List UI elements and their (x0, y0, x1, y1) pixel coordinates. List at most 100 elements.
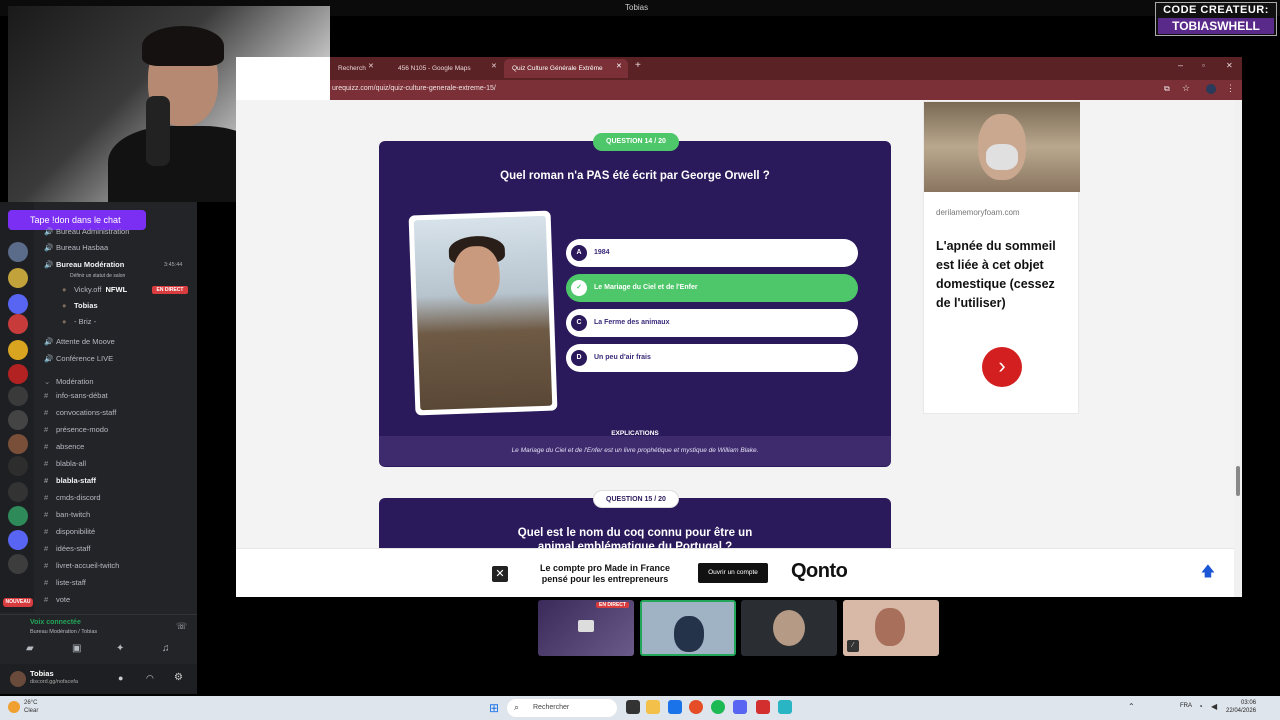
server-icon[interactable] (8, 268, 28, 288)
minimize-icon[interactable]: – (1178, 60, 1183, 70)
mic-icon[interactable]: ● (118, 673, 123, 683)
tab-label: Recherch (338, 65, 366, 72)
system-clock[interactable]: 03:06 22/04/2026 (1226, 699, 1256, 715)
language-indicator[interactable]: FRA (1180, 703, 1192, 709)
channel-item[interactable]: # convocations-staff (44, 405, 116, 421)
ad-headline[interactable]: L'apnée du sommeil est liée à cet objet … (936, 237, 1072, 313)
discord-icon[interactable] (733, 700, 747, 714)
screen-share-icon[interactable]: ▣ (72, 643, 81, 654)
headset-icon[interactable]: ◠ (146, 673, 154, 684)
sidebar-ad[interactable]: derilamemoryfoam.com L'apnée du sommeil … (923, 101, 1080, 414)
bookmark-star-icon[interactable]: ☆ (1182, 83, 1190, 94)
weather-icon[interactable] (8, 701, 20, 713)
page-scrollbar[interactable] (1234, 100, 1242, 597)
channel-item[interactable]: 🔊 Conférence LIVE (44, 351, 113, 367)
file-explorer-icon[interactable] (646, 700, 660, 714)
close-icon[interactable]: ✕ (491, 62, 497, 70)
answer-option-b-correct[interactable]: ✓ Le Mariage du Ciel et de l'Enfer (566, 274, 858, 302)
channel-item[interactable]: Définir un statut de salon (58, 271, 125, 281)
participant-tile[interactable]: ⁄ (843, 600, 939, 656)
taskbar-search[interactable]: Rechercher (507, 699, 617, 717)
answer-option-a[interactable]: A 1984 (566, 239, 858, 267)
channel-item[interactable]: # absence (44, 439, 84, 455)
search-label: Rechercher (533, 704, 570, 711)
channel-item[interactable]: # info-sans-débat (44, 388, 108, 404)
close-icon[interactable]: ✕ (368, 62, 374, 70)
channel-label: présence-modo (56, 425, 109, 434)
server-icon[interactable] (8, 554, 28, 574)
close-icon[interactable]: ✕ (616, 62, 622, 70)
camera-icon[interactable]: ▰ (26, 643, 34, 654)
voice-user-item[interactable]: ● Vicky.off NFWL (62, 282, 127, 298)
voice-location[interactable]: Bureau Modération / Tobias (30, 629, 97, 635)
task-view-icon[interactable] (626, 700, 640, 714)
channel-item[interactable]: # vote (44, 592, 70, 608)
portrait-image (413, 215, 553, 411)
channel-item[interactable]: 🔊 Bureau Administration (44, 224, 129, 240)
server-icon[interactable] (8, 482, 28, 502)
weather-widget[interactable]: 26°C Clear (24, 699, 38, 715)
app-icon[interactable] (756, 700, 770, 714)
server-icon[interactable] (8, 340, 28, 360)
avatar[interactable] (10, 671, 26, 687)
server-icon[interactable] (8, 456, 28, 476)
disconnect-icon[interactable]: ☏ (176, 621, 187, 632)
server-icon[interactable] (8, 386, 28, 406)
tab-quiz[interactable]: Quiz Culture Générale Extrême (504, 59, 628, 78)
channel-item[interactable]: # disponibilité (44, 524, 95, 540)
channel-item[interactable]: # liste-staff (44, 575, 86, 591)
server-icon[interactable] (8, 506, 28, 526)
banner-ad[interactable]: ✕ Le compte pro Made in France pensé pou… (236, 548, 1234, 596)
chevron-right-icon[interactable]: › (982, 347, 1022, 387)
channel-item[interactable]: # blabla-staff (44, 473, 96, 489)
chevron-up-icon[interactable]: ⌃ (1128, 702, 1135, 711)
maximize-icon[interactable]: ▫ (1202, 61, 1205, 70)
participant-tile-screen[interactable]: EN DIRECT (538, 600, 634, 656)
server-icon[interactable] (8, 314, 28, 334)
channel-item[interactable]: 🔊 Attente de Moove (44, 334, 115, 350)
hash-icon: # (44, 459, 49, 468)
install-icon[interactable]: ⧉ (1164, 84, 1170, 94)
settings-gear-icon[interactable]: ⚙ (174, 672, 183, 683)
channel-item[interactable]: # ban-twitch (44, 507, 90, 523)
spotify-icon[interactable] (711, 700, 725, 714)
store-icon[interactable] (668, 700, 682, 714)
close-icon[interactable]: ✕ (492, 566, 508, 582)
participant-tile-active[interactable] (640, 600, 736, 656)
server-icon[interactable] (8, 530, 28, 550)
app-icon[interactable] (778, 700, 792, 714)
channel-label: cmds-discord (56, 493, 101, 502)
scroll-top-icon[interactable]: 🡅 (1198, 561, 1218, 581)
wifi-icon[interactable]: ◔ (1198, 702, 1203, 711)
volume-icon[interactable]: ◀ (1211, 702, 1217, 711)
channel-item[interactable]: # blabla-all (44, 456, 86, 472)
tab-google-maps[interactable]: 456 N105 - Google Maps (386, 59, 504, 78)
participant-tile[interactable] (741, 600, 837, 656)
url-text[interactable]: urequizz.com/quiz/quiz-culture-generale-… (332, 85, 496, 92)
address-bar[interactable]: urequizz.com/quiz/quiz-culture-generale-… (330, 80, 1242, 100)
activities-icon[interactable]: ✦ (116, 643, 124, 654)
voice-user-item[interactable]: ● - Briz - (62, 314, 96, 330)
open-account-button[interactable]: Ouvrir un compte (698, 563, 768, 583)
voice-user-item[interactable]: ● Tobias (62, 298, 98, 314)
server-icon[interactable] (8, 434, 28, 454)
channel-item[interactable]: # idées-staff (44, 541, 90, 557)
server-icon[interactable] (8, 294, 28, 314)
answer-option-d[interactable]: D Un peu d'air frais (566, 344, 858, 372)
new-tab-icon[interactable]: + (635, 60, 641, 71)
scrollbar-thumb[interactable] (1236, 466, 1240, 496)
soundboard-icon[interactable]: ♫ (162, 643, 170, 654)
close-window-icon[interactable]: ✕ (1226, 61, 1233, 70)
windows-start-icon[interactable]: ⊞ (489, 701, 499, 715)
channel-item[interactable]: # cmds-discord (44, 490, 101, 506)
profile-icon[interactable] (1206, 84, 1216, 94)
channel-item[interactable]: # présence-modo (44, 422, 108, 438)
server-icon[interactable] (8, 364, 28, 384)
channel-item[interactable]: 🔊 Bureau Hasbaa (44, 240, 108, 256)
answer-option-c[interactable]: C La Ferme des animaux (566, 309, 858, 337)
server-icon[interactable] (8, 242, 28, 262)
server-icon[interactable] (8, 410, 28, 430)
channel-item[interactable]: # livret-accueil-twitch (44, 558, 119, 574)
chrome-icon[interactable] (689, 700, 703, 714)
menu-icon[interactable]: ⋮ (1226, 83, 1235, 94)
